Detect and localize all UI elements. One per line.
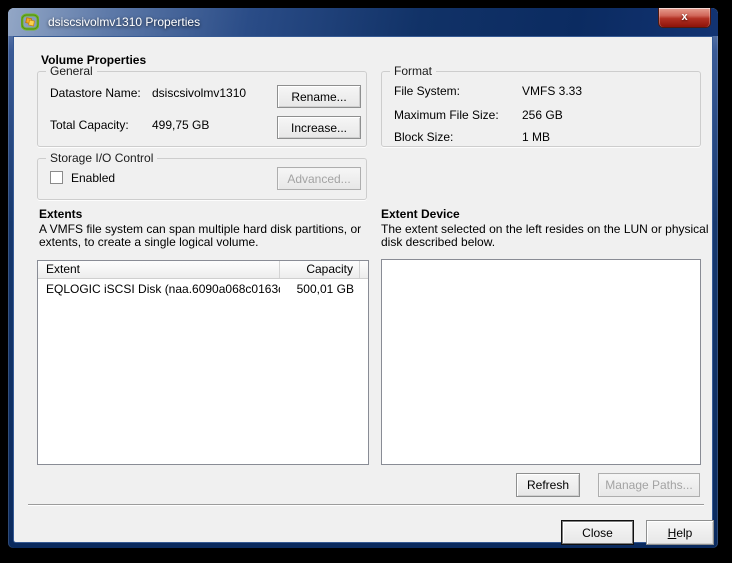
extent-device-description-line2: disk described below.	[381, 235, 495, 249]
general-group: General Datastore Name: dsiscsivolmv1310…	[37, 71, 367, 147]
max-file-size-label: Maximum File Size:	[394, 108, 499, 122]
storage-io-control-group: Storage I/O Control Enabled Advanced...	[37, 158, 367, 200]
extents-table-empty-area[interactable]	[38, 299, 368, 464]
total-capacity-value: 499,75 GB	[152, 118, 209, 132]
window-title: dsiscsivolmv1310 Properties	[48, 15, 200, 29]
vsphere-app-icon	[21, 13, 39, 31]
capacity-cell[interactable]: 500,01 GB	[280, 279, 360, 299]
format-group: Format File System: VMFS 3.33 Maximum Fi…	[381, 71, 701, 147]
block-size-value: 1 MB	[522, 130, 550, 144]
dialog-client-area: Volume Properties General Datastore Name…	[13, 36, 713, 543]
advanced-button: Advanced...	[277, 167, 361, 190]
storage-io-control-legend: Storage I/O Control	[46, 151, 157, 165]
extents-description-line1: A VMFS file system can span multiple har…	[39, 222, 361, 236]
titlebar[interactable]: dsiscsivolmv1310 Properties x	[8, 8, 718, 36]
refresh-button[interactable]: Refresh	[516, 473, 580, 497]
sioc-enabled-label: Enabled	[71, 171, 115, 185]
datastore-name-label: Datastore Name:	[50, 86, 141, 100]
sioc-enabled-checkbox[interactable]	[50, 171, 63, 184]
extents-description-line2: extents, to create a single logical volu…	[39, 235, 258, 249]
total-capacity-label: Total Capacity:	[50, 118, 129, 132]
extents-table-header[interactable]: Extent Capacity	[38, 261, 368, 279]
table-row[interactable]: EQLOGIC iSCSI Disk (naa.6090a068c0163d7.…	[38, 279, 368, 299]
filler-column-header	[360, 261, 368, 278]
extents-table[interactable]: Extent Capacity EQLOGIC iSCSI Disk (naa.…	[37, 260, 369, 465]
help-button[interactable]: Help	[646, 520, 714, 545]
extent-device-heading: Extent Device	[381, 207, 460, 221]
close-icon[interactable]: x	[658, 8, 711, 28]
screenshot-background: { "window": { "title": "dsiscsivolmv1310…	[0, 0, 732, 563]
properties-dialog-window: dsiscsivolmv1310 Properties x Volume Pro…	[8, 8, 718, 548]
datastore-name-value: dsiscsivolmv1310	[152, 86, 246, 100]
extent-device-description-line1: The extent selected on the left resides …	[381, 222, 709, 236]
extent-column-header[interactable]: Extent	[38, 261, 280, 278]
extent-cell[interactable]: EQLOGIC iSCSI Disk (naa.6090a068c0163d7.…	[38, 279, 280, 299]
extents-heading: Extents	[39, 207, 82, 221]
block-size-label: Block Size:	[394, 130, 453, 144]
general-group-legend: General	[46, 64, 97, 78]
max-file-size-value: 256 GB	[522, 108, 563, 122]
file-system-value: VMFS 3.33	[522, 84, 582, 98]
capacity-column-header[interactable]: Capacity	[280, 261, 360, 278]
file-system-label: File System:	[394, 84, 460, 98]
close-button[interactable]: Close	[561, 520, 634, 545]
rename-button[interactable]: Rename...	[277, 85, 361, 108]
footer-divider	[28, 504, 704, 506]
increase-button[interactable]: Increase...	[277, 116, 361, 139]
manage-paths-button: Manage Paths...	[598, 473, 700, 497]
format-group-legend: Format	[390, 64, 436, 78]
extent-device-panel	[381, 259, 701, 465]
